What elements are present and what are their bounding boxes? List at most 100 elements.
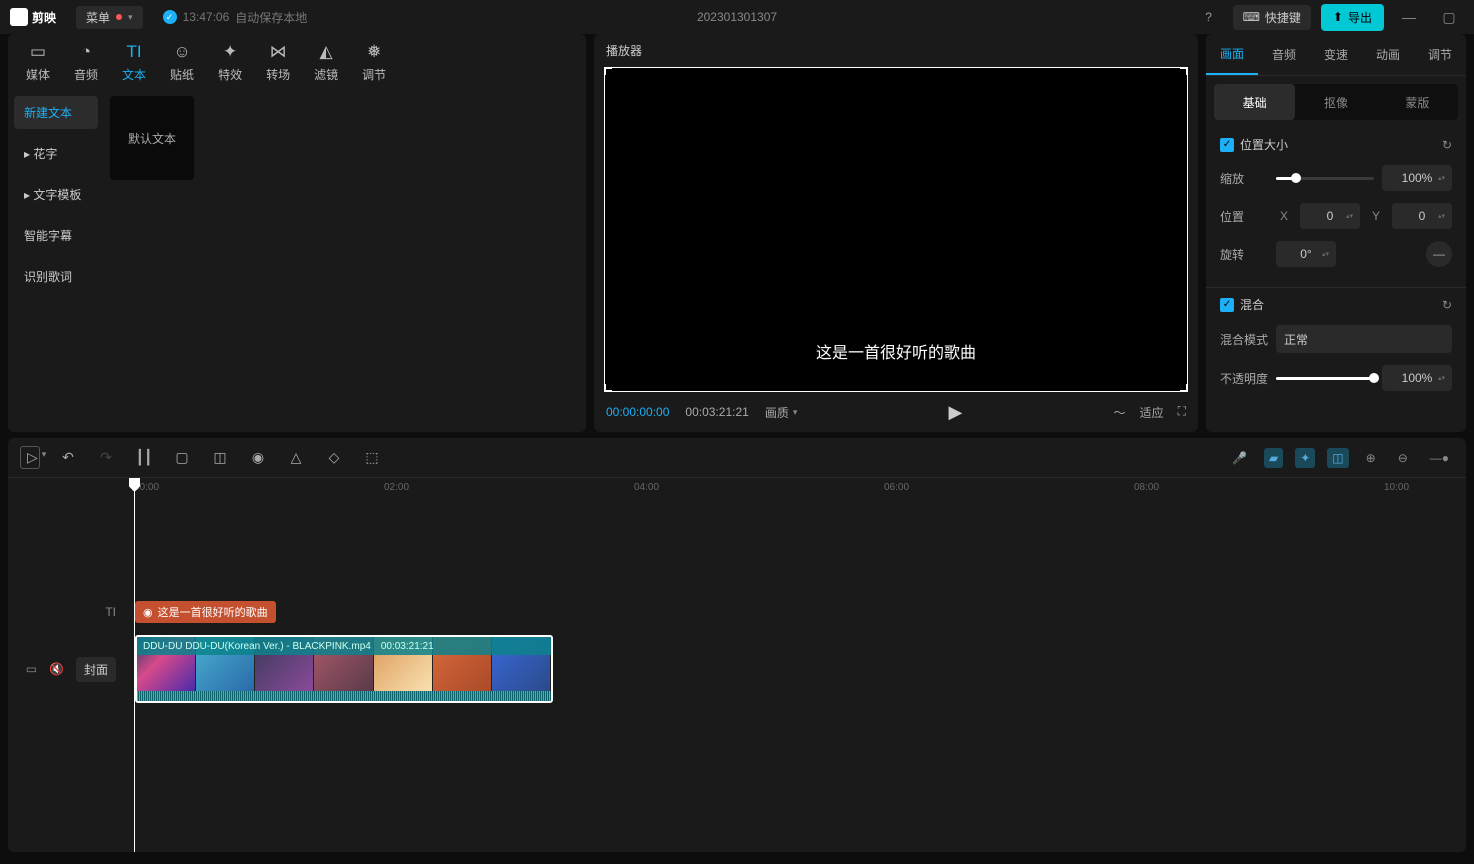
tab-adjust[interactable]: ❅调节 — [354, 38, 394, 87]
media-tabs: ▭媒体 ◔音频 TI文本 ☺贴纸 ✦特效 ⋈转场 ◭滤镜 ❅调节 — [8, 34, 586, 90]
reverse-button[interactable]: ◉ — [248, 449, 268, 466]
rotate-button[interactable]: ◇ — [324, 449, 344, 466]
tab-filter[interactable]: ◭滤镜 — [306, 38, 346, 87]
proptab-audio[interactable]: 音频 — [1258, 34, 1310, 75]
playhead[interactable] — [134, 478, 135, 852]
zoomout-icon[interactable]: ⊖ — [1393, 448, 1413, 468]
proptab-adjust[interactable]: 调节 — [1414, 34, 1466, 75]
undo-button[interactable]: ↶ — [58, 449, 78, 466]
tab-text[interactable]: TI文本 — [114, 38, 154, 87]
minimize-button[interactable]: — — [1394, 9, 1424, 25]
side-template[interactable]: ▸ 文字模板 — [14, 178, 98, 211]
logo-icon — [10, 8, 28, 26]
play-button[interactable]: ▶ — [949, 402, 963, 423]
subtab-mask[interactable]: 蒙版 — [1377, 84, 1458, 120]
export-button[interactable]: ⬆ 导出 — [1321, 4, 1384, 31]
select-tool[interactable]: ▷ ▾ — [20, 446, 40, 469]
video-track: ▭ 🔇 封面 DDU-DU DDU-DU(Korean Ver.) - BLAC… — [8, 632, 1466, 706]
mic-icon[interactable]: 🎤 — [1227, 448, 1252, 468]
menu-button[interactable]: 菜单▾ — [76, 6, 143, 29]
delete-button[interactable]: ▢ — [172, 449, 192, 466]
snap-track-icon[interactable]: ✦ — [1295, 448, 1315, 468]
zoom-slider[interactable]: —● — [1425, 448, 1454, 468]
transition-icon: ⋈ — [268, 42, 288, 62]
reset-blend-icon[interactable]: ↻ — [1442, 298, 1452, 312]
audio-icon: ◔ — [76, 42, 96, 62]
tab-media[interactable]: ▭媒体 — [18, 38, 58, 87]
text-clip[interactable]: ◉ 这是一首很好听的歌曲 — [135, 601, 276, 623]
shortcuts-button[interactable]: ⌨ 快捷键 — [1233, 5, 1311, 30]
rotate-label: 旋转 — [1220, 246, 1268, 263]
blendmode-select[interactable]: 正常 — [1276, 325, 1452, 353]
text-sidebar: 新建文本 ▸ 花字 ▸ 文字模板 智能字幕 识别歌词 — [8, 90, 104, 432]
x-input[interactable]: 0▴▾ — [1300, 203, 1360, 229]
properties-panel: 画面 音频 变速 动画 调节 基础 抠像 蒙版 ✓ 位置大小 ↻ 缩放 100%… — [1206, 34, 1466, 432]
scale-label: 缩放 — [1220, 170, 1268, 187]
snap-main-icon[interactable]: ▰ — [1264, 448, 1283, 468]
quality-selector[interactable]: 画质 ▾ — [765, 404, 798, 421]
player-panel: 播放器 这是一首很好听的歌曲 00:00:00:00 00:03:21:21 画… — [594, 34, 1198, 432]
mute-icon[interactable]: 🔇 — [49, 662, 64, 676]
video-frame[interactable]: 这是一首很好听的歌曲 — [604, 67, 1188, 392]
blend-label: 混合 — [1240, 296, 1264, 313]
side-flower[interactable]: ▸ 花字 — [14, 137, 98, 170]
opacity-label: 不透明度 — [1220, 370, 1268, 387]
preview-icon[interactable]: ⊕ — [1361, 448, 1381, 468]
fullscreen-icon[interactable]: ⛶ — [1178, 404, 1186, 421]
flip-button[interactable]: — — [1426, 241, 1452, 267]
y-input[interactable]: 0▴▾ — [1392, 203, 1452, 229]
redo-button[interactable]: ↷ — [96, 449, 116, 466]
video-clip[interactable]: DDU-DU DDU-DU(Korean Ver.) - BLACKPINK.m… — [135, 635, 553, 703]
mirror-button[interactable]: △ — [286, 449, 306, 466]
cropframe-button[interactable]: ⬚ — [362, 449, 382, 466]
dot-icon — [116, 14, 122, 20]
side-subtitle[interactable]: 智能字幕 — [14, 219, 98, 252]
possize-checkbox[interactable]: ✓ — [1220, 138, 1234, 152]
side-new-text[interactable]: 新建文本 — [14, 96, 98, 129]
split-button[interactable]: ┃┃ — [134, 449, 154, 466]
timeline-panel: ▷ ▾ ↶ ↷ ┃┃ ▢ ◫ ◉ △ ◇ ⬚ 🎤 ▰ ✦ ◫ ⊕ ⊖ —● 00… — [8, 438, 1466, 852]
opacity-input[interactable]: 100%▴▾ — [1382, 365, 1452, 391]
proptab-anim[interactable]: 动画 — [1362, 34, 1414, 75]
timeline-ruler[interactable]: 00:00 02:00 04:00 06:00 08:00 10:00 — [128, 478, 1466, 502]
chevron-down-icon: ▾ — [128, 12, 133, 23]
tab-transition[interactable]: ⋈转场 — [258, 38, 298, 87]
time-current: 00:00:00:00 — [606, 405, 669, 419]
scope-icon[interactable]: 〜 — [1114, 404, 1126, 421]
scale-input[interactable]: 100%▴▾ — [1382, 165, 1452, 191]
scale-slider[interactable] — [1276, 177, 1374, 180]
text-icon: TI — [124, 42, 144, 62]
player-viewport[interactable]: 这是一首很好听的歌曲 — [604, 67, 1188, 392]
project-name[interactable]: 202301301307 — [697, 10, 777, 24]
blendmode-label: 混合模式 — [1220, 331, 1268, 348]
player-title: 播放器 — [594, 34, 1198, 67]
help-icon[interactable]: ? — [1195, 3, 1223, 31]
app-logo: 剪映 — [10, 8, 56, 26]
tab-sticker[interactable]: ☺贴纸 — [162, 38, 202, 87]
side-lyrics[interactable]: 识别歌词 — [14, 260, 98, 293]
media-icon: ▭ — [28, 42, 48, 62]
rotate-input[interactable]: 0°▴▾ — [1276, 241, 1336, 267]
proptab-speed[interactable]: 变速 — [1310, 34, 1362, 75]
tab-effect[interactable]: ✦特效 — [210, 38, 250, 87]
titlebar: 剪映 菜单▾ ✓ 13:47:06 自动保存本地 202301301307 ? … — [0, 0, 1474, 34]
subtab-cutout[interactable]: 抠像 — [1295, 84, 1376, 120]
crop-button[interactable]: ◫ — [210, 449, 230, 466]
lock-icon[interactable]: ▭ — [26, 662, 37, 676]
subtab-basic[interactable]: 基础 — [1214, 84, 1295, 120]
reset-icon[interactable]: ↻ — [1442, 138, 1452, 152]
possize-label: 位置大小 — [1240, 136, 1288, 153]
clip-duration: 00:03:21:21 — [381, 641, 434, 652]
time-duration: 00:03:21:21 — [685, 405, 748, 419]
opacity-slider[interactable] — [1276, 377, 1374, 380]
tab-audio[interactable]: ◔音频 — [66, 38, 106, 87]
default-text-thumb[interactable]: 默认文本 — [110, 96, 194, 180]
blend-checkbox[interactable]: ✓ — [1220, 298, 1234, 312]
maximize-button[interactable]: ▢ — [1434, 9, 1464, 26]
fit-button[interactable]: 适应 — [1140, 404, 1164, 421]
cover-button[interactable]: 封面 — [76, 657, 116, 682]
filter-icon: ◭ — [316, 42, 336, 62]
proptab-picture[interactable]: 画面 — [1206, 34, 1258, 75]
clip-name: DDU-DU DDU-DU(Korean Ver.) - BLACKPINK.m… — [143, 641, 371, 652]
snap-link-icon[interactable]: ◫ — [1327, 448, 1348, 468]
